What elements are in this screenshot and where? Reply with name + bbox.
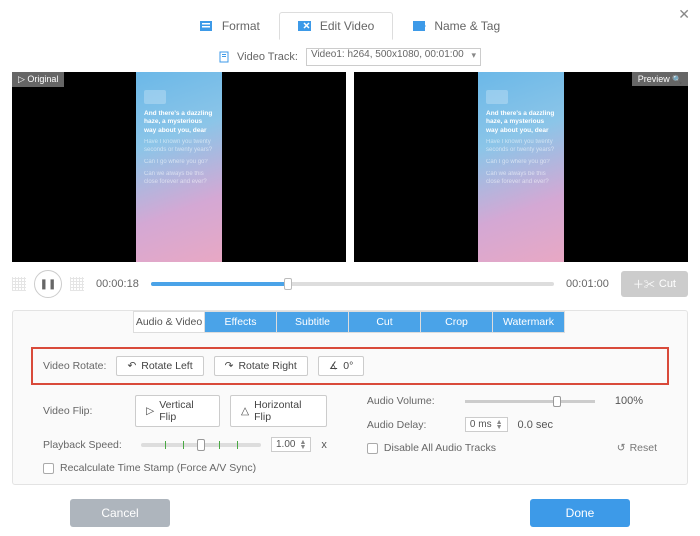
rotate-angle-button[interactable]: ∡ 0°: [318, 356, 364, 376]
preview-badge[interactable]: Preview: [632, 72, 688, 86]
edit-video-icon: [298, 19, 314, 33]
settings-tabs: Audio & Video Effects Subtitle Cut Crop …: [133, 311, 687, 333]
grid-icon-left[interactable]: [12, 277, 26, 291]
horizontal-flip-button[interactable]: △ Horizontal Flip: [230, 395, 327, 427]
rotate-left-button[interactable]: ↶ Rotate Left: [116, 356, 203, 376]
current-time: 00:00:18: [96, 278, 139, 290]
cut-button[interactable]: ＋✂ Cut: [621, 271, 688, 297]
video-rotate-label: Video Rotate:: [43, 360, 106, 372]
audio-volume-label: Audio Volume:: [367, 395, 455, 407]
play-pause-button[interactable]: ❚❚: [34, 270, 62, 298]
speed-spinner[interactable]: 1.00 ▲▼: [271, 437, 311, 452]
rotate-right-button[interactable]: ↷ Rotate Right: [214, 356, 308, 376]
disable-audio-label: Disable All Audio Tracks: [384, 442, 496, 454]
video-rotate-highlight: Video Rotate: ↶ Rotate Left ↷ Rotate Rig…: [31, 347, 669, 385]
volume-slider[interactable]: [465, 400, 595, 403]
scissors-icon: ＋✂: [633, 276, 655, 292]
tab-name-tag[interactable]: Name & Tag: [393, 12, 519, 40]
grid-icon-right[interactable]: [70, 277, 84, 291]
disable-audio-checkbox[interactable]: [367, 443, 378, 454]
cancel-button[interactable]: Cancel: [70, 499, 170, 527]
reset-button[interactable]: ↺ Reset: [617, 442, 657, 454]
subtab-cut[interactable]: Cut: [349, 311, 421, 333]
tab-format-label: Format: [222, 19, 260, 33]
video-track-row: Video Track: Video1: h264, 500x1080, 00:…: [0, 40, 700, 72]
reset-icon: ↺: [617, 442, 626, 454]
subtab-subtitle[interactable]: Subtitle: [277, 311, 349, 333]
tab-format[interactable]: Format: [181, 12, 279, 40]
rotate-left-icon: ↶: [127, 360, 136, 372]
subtab-audio-video[interactable]: Audio & Video: [133, 311, 205, 333]
subtab-watermark[interactable]: Watermark: [493, 311, 565, 333]
done-button[interactable]: Done: [530, 499, 630, 527]
tab-name-tag-label: Name & Tag: [434, 19, 500, 33]
tab-edit-video-label: Edit Video: [320, 19, 375, 33]
video-track-label: Video Track:: [237, 51, 298, 63]
main-tabs: Format Edit Video Name & Tag: [0, 0, 700, 40]
rotate-right-icon: ↷: [225, 360, 234, 372]
video-track-select[interactable]: Video1: h264, 500x1080, 00:01:00: [306, 48, 481, 66]
result-preview: And there's a dazzling haze, a mysteriou…: [354, 72, 688, 262]
speed-slider[interactable]: [141, 443, 261, 447]
total-time: 00:01:00: [566, 278, 609, 290]
angle-icon: ∡: [329, 360, 338, 372]
vertical-flip-icon: ▷: [146, 405, 154, 417]
subtab-effects[interactable]: Effects: [205, 311, 277, 333]
speed-suffix: x: [321, 439, 327, 451]
spinner-arrows-icon: ▲▼: [299, 440, 306, 450]
recalc-timestamp-label: Recalculate Time Stamp (Force A/V Sync): [60, 462, 256, 474]
vertical-flip-button[interactable]: ▷ Vertical Flip: [135, 395, 220, 427]
subtab-crop[interactable]: Crop: [421, 311, 493, 333]
video-flip-label: Video Flip:: [43, 405, 125, 417]
horizontal-flip-icon: △: [241, 405, 249, 417]
name-tag-icon: [412, 19, 428, 33]
track-icon: [219, 51, 229, 63]
delay-suffix: 0.0 sec: [518, 419, 553, 431]
spinner-arrows-icon: ▲▼: [496, 420, 503, 430]
delay-spinner[interactable]: 0 ms ▲▼: [465, 417, 508, 432]
tab-edit-video[interactable]: Edit Video: [279, 12, 394, 40]
close-icon[interactable]: ✕: [678, 6, 690, 23]
recalc-timestamp-checkbox[interactable]: [43, 463, 54, 474]
seek-slider[interactable]: [151, 282, 554, 286]
audio-delay-label: Audio Delay:: [367, 419, 455, 431]
original-preview: And there's a dazzling haze, a mysteriou…: [12, 72, 346, 262]
format-icon: [200, 19, 216, 33]
original-badge: ▷ Original: [12, 72, 64, 87]
volume-value: 100%: [615, 395, 643, 407]
playback-speed-label: Playback Speed:: [43, 439, 131, 451]
